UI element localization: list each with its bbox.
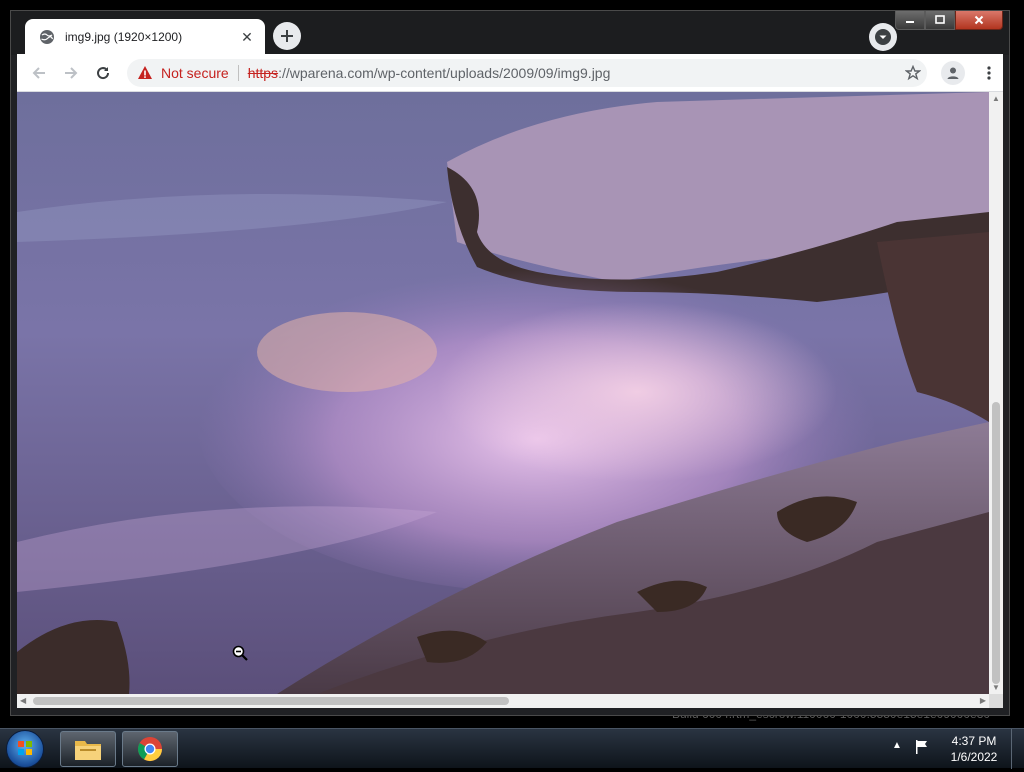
scroll-left-icon[interactable]: ◀ xyxy=(20,696,26,705)
titlebar: img9.jpg (1920×1200) ✕ xyxy=(11,11,1009,55)
browser-window: img9.jpg (1920×1200) ✕ Not secure https:… xyxy=(10,10,1010,716)
back-arrow-icon xyxy=(32,67,45,79)
zoom-out-cursor-icon xyxy=(232,645,248,661)
separator xyxy=(237,65,239,81)
plus-icon xyxy=(281,30,293,42)
clock-date: 1/6/2022 xyxy=(950,750,998,764)
windows-start-icon[interactable] xyxy=(6,730,44,768)
forward-arrow-icon xyxy=(65,67,78,79)
tab-image[interactable]: img9.jpg (1920×1200) ✕ xyxy=(25,19,265,55)
kebab-menu-icon xyxy=(987,66,991,80)
tab-title: img9.jpg (1920×1200) xyxy=(65,30,183,44)
scroll-down-icon[interactable]: ▼ xyxy=(992,683,1000,692)
security-status[interactable]: Not secure xyxy=(161,65,229,81)
taskbar: ▲ 4:37 PM 1/6/2022 xyxy=(0,728,1024,769)
chrome-menu-button[interactable] xyxy=(977,61,1001,85)
url-rest: ://wparena.com/wp-content/uploads/2009/0… xyxy=(278,65,611,81)
account-icon xyxy=(947,67,959,79)
file-explorer-icon[interactable] xyxy=(60,731,116,767)
ocean-photo[interactable] xyxy=(17,92,989,694)
scroll-right-icon[interactable]: ▶ xyxy=(980,696,986,705)
star-icon[interactable] xyxy=(905,65,921,81)
image-viewport[interactable] xyxy=(17,92,989,694)
tab-close-icon[interactable]: ✕ xyxy=(239,29,255,45)
clock-time: 4:37 PM xyxy=(951,734,997,748)
close-icon xyxy=(974,15,984,25)
tab-search-button[interactable] xyxy=(869,23,897,51)
horizontal-scrollbar[interactable]: ◀ ▶ xyxy=(17,694,989,708)
close-window-button[interactable] xyxy=(955,11,1003,30)
scroll-corner xyxy=(989,694,1003,708)
browser-toolbar: Not secure https://wparena.com/wp-conten… xyxy=(17,54,1003,92)
url-scheme: https xyxy=(247,65,279,81)
globe-icon xyxy=(39,29,55,45)
tray-expand-icon[interactable]: ▲ xyxy=(892,740,902,751)
warning-triangle-icon[interactable] xyxy=(137,65,153,81)
reload-icon xyxy=(97,67,110,80)
address-bar[interactable]: Not secure https://wparena.com/wp-conten… xyxy=(127,59,927,87)
maximize-icon xyxy=(935,15,945,24)
maximize-button[interactable] xyxy=(925,11,955,30)
vertical-scrollbar[interactable]: ▲ ▼ xyxy=(989,92,1003,694)
account-button[interactable] xyxy=(941,61,965,85)
action-center-flag-icon[interactable] xyxy=(914,739,930,755)
vertical-scroll-thumb[interactable] xyxy=(992,402,1000,684)
new-tab-button[interactable] xyxy=(273,22,301,50)
show-desktop-button[interactable] xyxy=(1011,729,1024,769)
chrome-icon[interactable] xyxy=(122,731,178,767)
forward-button[interactable] xyxy=(59,61,83,85)
reload-button[interactable] xyxy=(91,61,115,85)
chevron-down-icon xyxy=(875,29,891,45)
minimize-button[interactable] xyxy=(895,11,925,30)
horizontal-scroll-thumb[interactable] xyxy=(33,697,509,705)
window-controls xyxy=(895,11,1003,30)
scroll-up-icon[interactable]: ▲ xyxy=(992,94,1000,103)
back-button[interactable] xyxy=(27,61,51,85)
minimize-icon xyxy=(906,21,914,23)
url-text[interactable]: https://wparena.com/wp-content/uploads/2… xyxy=(248,65,611,81)
system-clock[interactable]: 4:37 PM 1/6/2022 xyxy=(940,733,1008,765)
